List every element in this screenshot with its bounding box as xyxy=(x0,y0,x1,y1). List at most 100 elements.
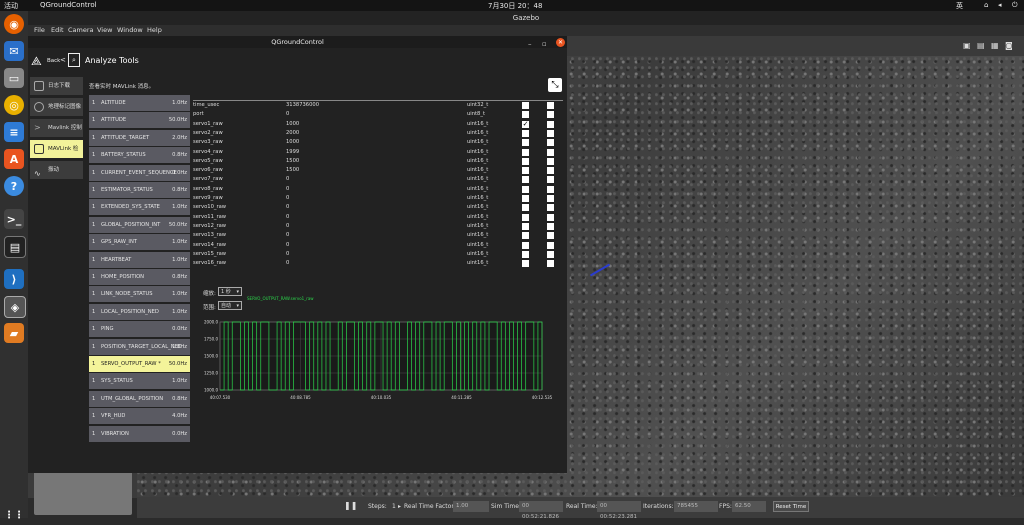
plot1-checkbox[interactable] xyxy=(522,148,529,156)
plot1-checkbox[interactable]: ✓ xyxy=(522,120,529,128)
files-icon[interactable]: ▭ xyxy=(4,68,24,88)
plot1-checkbox[interactable] xyxy=(522,241,529,249)
plot2-checkbox[interactable] xyxy=(547,129,554,137)
writer-icon[interactable]: ≡ xyxy=(4,122,24,142)
thunderbird-icon[interactable]: ✉ xyxy=(4,41,24,61)
message-row[interactable]: 1 LINK_NODE_STATUS 1.0Hz xyxy=(89,286,190,303)
record-icon[interactable]: ▤ xyxy=(977,41,985,50)
message-row[interactable]: 1 SYS_STATUS 1.0Hz xyxy=(89,373,190,390)
popout-icon[interactable]: ⤡ xyxy=(548,78,562,92)
plot2-checkbox[interactable] xyxy=(547,157,554,165)
plot1-checkbox[interactable] xyxy=(522,129,529,137)
maximize-button[interactable]: ▫ xyxy=(542,38,547,50)
plot1-checkbox[interactable] xyxy=(522,213,529,221)
plot2-checkbox[interactable] xyxy=(547,139,554,147)
plot2-checkbox[interactable] xyxy=(547,222,554,230)
plot2-checkbox[interactable] xyxy=(547,148,554,156)
power-icon[interactable]: ⏻ xyxy=(1012,1,1018,10)
minimize-button[interactable]: – xyxy=(528,38,532,50)
firefox-icon[interactable]: ◉ xyxy=(4,14,24,34)
message-row[interactable]: 1 EXTENDED_SYS_STATE 1.0Hz xyxy=(89,199,190,216)
plot1-checkbox[interactable] xyxy=(522,260,529,268)
menu-edit[interactable]: Edit xyxy=(51,26,64,34)
qgroundcontrol-icon[interactable]: ◈ xyxy=(4,296,26,318)
plot1-checkbox[interactable] xyxy=(522,195,529,202)
volume-icon[interactable]: ◂ xyxy=(998,1,1002,9)
plot1-checkbox[interactable] xyxy=(522,157,529,165)
nav-mavlink-console[interactable]: >Mavlink 控制台 xyxy=(30,119,83,149)
message-row[interactable]: 1 LOCAL_POSITION_NED 1.0Hz xyxy=(89,303,190,320)
message-row[interactable]: 1 VIBRATION 0.0Hz xyxy=(89,425,190,442)
message-row[interactable]: 1 GLOBAL_POSITION_INT 50.0Hz xyxy=(89,216,190,233)
plot1-checkbox[interactable] xyxy=(522,250,529,258)
plot1-checkbox[interactable] xyxy=(522,232,529,240)
plot1-checkbox[interactable] xyxy=(522,111,529,119)
menu-view[interactable]: View xyxy=(97,26,112,34)
plot1-checkbox[interactable] xyxy=(522,204,529,212)
plot2-checkbox[interactable] xyxy=(547,250,554,258)
terminal-icon[interactable]: >_ xyxy=(4,209,24,229)
message-row[interactable]: 1 GPS_RAW_INT 1.0Hz xyxy=(89,234,190,251)
plot1-checkbox[interactable] xyxy=(522,176,529,184)
nav-geotag[interactable]: 地理标记图像 xyxy=(30,98,83,116)
plot1-checkbox[interactable] xyxy=(522,222,529,230)
plot2-checkbox[interactable] xyxy=(547,241,554,249)
menu-help[interactable]: Help xyxy=(147,26,162,34)
gazebo-icon[interactable]: ▰ xyxy=(4,323,24,343)
steps-value[interactable]: 1 xyxy=(392,503,396,510)
rhythmbox-icon[interactable]: ◎ xyxy=(4,95,24,115)
plot2-checkbox[interactable] xyxy=(547,204,554,212)
menu-window[interactable]: Window xyxy=(117,26,143,34)
message-row[interactable]: 1 PING 0.0Hz xyxy=(89,321,190,338)
plot1-checkbox[interactable] xyxy=(522,139,529,147)
plot1-checkbox[interactable] xyxy=(522,167,529,175)
back-button[interactable]: Back xyxy=(47,58,60,64)
network-icon[interactable]: ⌂ xyxy=(984,1,988,9)
message-row[interactable]: 1 SERVO_OUTPUT_RAW * 50.0Hz xyxy=(89,356,190,372)
pause-icon[interactable]: ❚❚ xyxy=(344,501,357,510)
plot2-checkbox[interactable] xyxy=(547,102,554,109)
range-select[interactable]: 自动 ▾ xyxy=(218,301,242,310)
step-stepper-icon[interactable]: ▸ xyxy=(398,503,401,510)
plot2-checkbox[interactable] xyxy=(547,167,554,175)
terminal2-icon[interactable]: ▤ xyxy=(4,236,26,258)
plot2-checkbox[interactable] xyxy=(547,195,554,202)
screenshot-icon[interactable]: ▣ xyxy=(963,41,971,50)
plot2-checkbox[interactable] xyxy=(547,213,554,221)
message-row[interactable]: 1 UTM_GLOBAL_POSITION 0.8Hz xyxy=(89,390,190,407)
plot1-checkbox[interactable] xyxy=(522,102,529,109)
plot2-checkbox[interactable] xyxy=(547,232,554,240)
vscode-icon[interactable]: ⟩ xyxy=(4,269,24,289)
activities-button[interactable]: 活动 xyxy=(4,1,18,11)
help-icon[interactable]: ? xyxy=(4,176,24,196)
plot1-checkbox[interactable] xyxy=(522,185,529,193)
message-row[interactable]: 1 ALTITUDE 1.0Hz xyxy=(89,95,190,111)
plot2-checkbox[interactable] xyxy=(547,111,554,119)
back-chevron-icon[interactable]: < xyxy=(60,56,66,64)
nav-log-download[interactable]: 日志下载 xyxy=(30,77,83,95)
reset-time-button[interactable]: Reset Time xyxy=(773,501,809,512)
message-row[interactable]: 1 CURRENT_EVENT_SEQUENCE 0.0Hz xyxy=(89,164,190,181)
message-row[interactable]: 1 ATTITUDE 50.0Hz xyxy=(89,112,190,129)
plot2-checkbox[interactable] xyxy=(547,120,554,128)
message-row[interactable]: 1 HOME_POSITION 0.8Hz xyxy=(89,269,190,285)
scale-select[interactable]: 1 秒 ▾ xyxy=(218,287,242,296)
menu-camera[interactable]: Camera xyxy=(68,26,94,34)
close-button[interactable]: ✕ xyxy=(556,38,565,47)
active-app-label[interactable]: QGroundControl xyxy=(40,1,97,9)
clock[interactable]: 7月30日 20：48 xyxy=(488,1,542,11)
log-icon[interactable]: ◙ xyxy=(1005,41,1013,50)
app-grid-icon[interactable]: ⋮⋮ xyxy=(4,505,24,525)
message-row[interactable]: 1 POSITION_TARGET_LOCAL_NED 1.8Hz xyxy=(89,338,190,355)
message-row[interactable]: 1 ATTITUDE_TARGET 2.0Hz xyxy=(89,129,190,146)
message-row[interactable]: 1 ESTIMATOR_STATUS 0.8Hz xyxy=(89,182,190,198)
software-icon[interactable]: A xyxy=(4,149,24,169)
plot2-checkbox[interactable] xyxy=(547,185,554,193)
message-row[interactable]: 1 BATTERY_STATUS 0.8Hz xyxy=(89,147,190,164)
plot2-checkbox[interactable] xyxy=(547,260,554,268)
message-row[interactable]: 1 HEARTBEAT 1.0Hz xyxy=(89,251,190,268)
menu-file[interactable]: File xyxy=(34,26,45,34)
input-method[interactable]: 英 xyxy=(956,1,963,11)
nav-vibration[interactable]: ∿ 振动 xyxy=(30,161,83,179)
nav-mavlink-inspector[interactable]: MAVLink 检测 xyxy=(30,140,83,170)
